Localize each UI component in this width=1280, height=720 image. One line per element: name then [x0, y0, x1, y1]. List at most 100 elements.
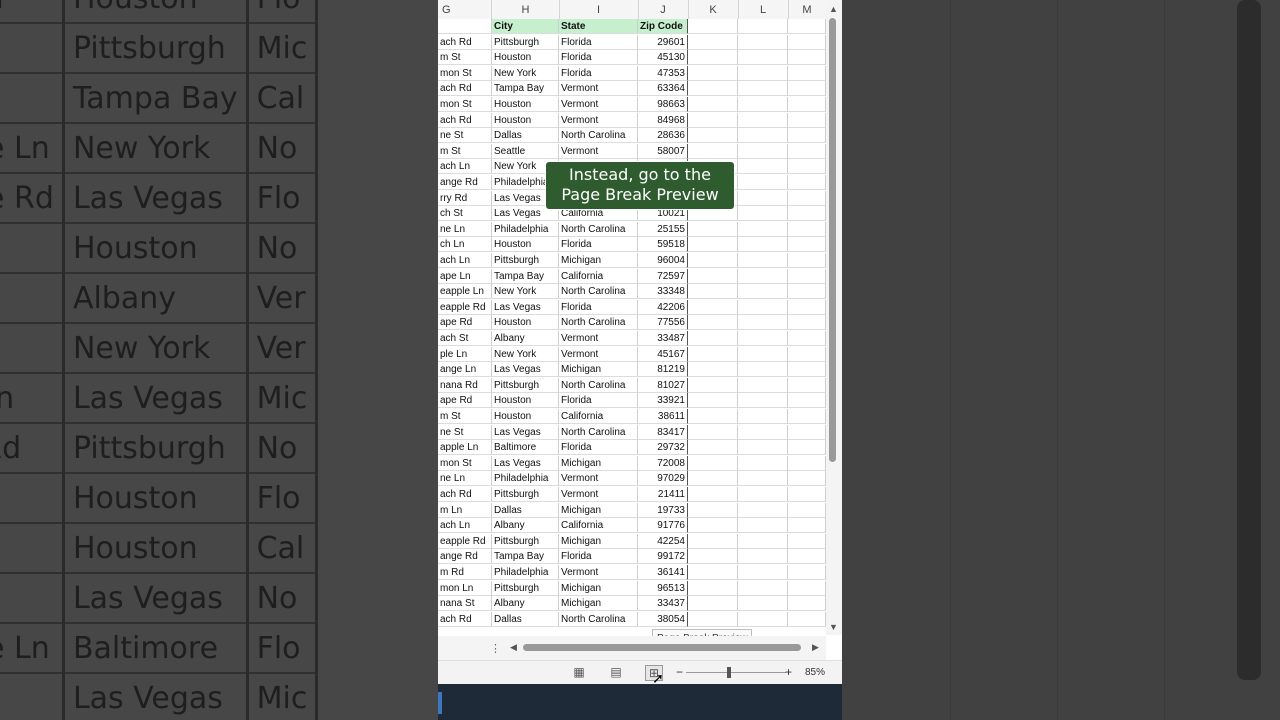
scroll-down-icon[interactable]: ▼ [829, 622, 838, 632]
cell[interactable] [688, 580, 738, 596]
cell[interactable]: ch St [438, 206, 492, 222]
cell[interactable] [788, 65, 826, 81]
cell[interactable]: 19733 [638, 502, 688, 518]
cell[interactable] [788, 268, 826, 284]
cell[interactable] [788, 611, 826, 627]
cell[interactable]: ach Rd [438, 34, 492, 50]
cell[interactable] [688, 565, 738, 580]
cell[interactable] [738, 128, 788, 144]
cell[interactable]: ne St [438, 424, 492, 440]
cell[interactable] [688, 268, 738, 284]
cell[interactable] [738, 65, 788, 81]
cell[interactable]: Houston [492, 315, 559, 331]
cell[interactable] [788, 175, 826, 190]
cell[interactable]: Las Vegas [492, 299, 559, 315]
vertical-scroll-thumb[interactable] [829, 18, 836, 462]
cell[interactable]: Philadelphia [492, 565, 559, 580]
cell[interactable] [688, 393, 738, 409]
cell[interactable] [688, 596, 738, 612]
cell[interactable] [688, 81, 738, 97]
cell[interactable] [688, 424, 738, 440]
cell[interactable]: m Ln [438, 502, 492, 518]
cell[interactable]: Philadelphia [492, 221, 559, 237]
cell[interactable] [738, 315, 788, 331]
cell[interactable]: Philadelphia [492, 471, 559, 487]
cell[interactable] [788, 565, 826, 580]
cell[interactable]: eapple Rd [438, 533, 492, 549]
cell[interactable] [688, 65, 738, 81]
column-header-m[interactable]: M [788, 0, 827, 19]
cell[interactable] [688, 34, 738, 50]
cell[interactable]: Pittsburgh [492, 533, 559, 549]
cell[interactable]: Florida [559, 50, 638, 66]
cell[interactable]: 33487 [638, 331, 688, 346]
cell[interactable] [788, 237, 826, 253]
cell[interactable]: Houston [492, 112, 559, 128]
cell[interactable]: eapple Rd [438, 299, 492, 315]
cell[interactable] [738, 440, 788, 456]
cell[interactable] [788, 331, 826, 346]
cell[interactable]: Las Vegas [492, 424, 559, 440]
cell[interactable]: Seattle [492, 143, 559, 159]
cell[interactable]: 96513 [638, 580, 688, 596]
cell[interactable]: eapple Ln [438, 284, 492, 300]
cell[interactable] [788, 284, 826, 300]
sheet-options-icon[interactable]: ⋮ [490, 642, 501, 655]
cell[interactable]: Dallas [492, 128, 559, 144]
cell[interactable]: m Rd [438, 565, 492, 580]
cell[interactable]: 45167 [638, 346, 688, 362]
cell[interactable]: 72597 [638, 268, 688, 284]
cell[interactable]: Florida [559, 34, 638, 50]
cell[interactable]: California [559, 409, 638, 424]
cell[interactable] [738, 112, 788, 128]
cell[interactable]: Vermont [559, 81, 638, 97]
scroll-up-icon[interactable]: ▲ [829, 4, 838, 14]
cell[interactable] [788, 362, 826, 378]
cell[interactable] [738, 424, 788, 440]
cell[interactable] [688, 533, 738, 549]
cell[interactable]: 91776 [638, 518, 688, 534]
cell[interactable]: North Carolina [559, 611, 638, 627]
cell[interactable] [788, 533, 826, 549]
cell[interactable]: Michigan [559, 253, 638, 268]
cell[interactable] [738, 175, 788, 190]
cell[interactable]: m St [438, 143, 492, 159]
cell[interactable] [788, 206, 826, 222]
cell[interactable] [688, 362, 738, 378]
cell[interactable] [788, 580, 826, 596]
cell[interactable]: ach Rd [438, 112, 492, 128]
cell[interactable] [688, 284, 738, 300]
header-cell-city[interactable]: City [492, 19, 559, 34]
cell[interactable]: Albany [492, 331, 559, 346]
cell[interactable]: ange Ln [438, 362, 492, 378]
cell[interactable] [788, 346, 826, 362]
cell[interactable] [688, 331, 738, 346]
cell[interactable]: New York [492, 65, 559, 81]
cell[interactable] [738, 81, 788, 97]
cell[interactable] [788, 596, 826, 612]
grid-icon[interactable]: ▦ [571, 665, 587, 679]
cell[interactable] [738, 346, 788, 362]
cell[interactable] [788, 81, 826, 97]
cell[interactable] [788, 424, 826, 440]
cell[interactable]: Florida [559, 65, 638, 81]
cell[interactable] [738, 284, 788, 300]
cell[interactable]: Dallas [492, 502, 559, 518]
cell[interactable]: mon St [438, 65, 492, 81]
cell[interactable]: ape Rd [438, 393, 492, 409]
cell[interactable]: North Carolina [559, 221, 638, 237]
cell[interactable]: ne Ln [438, 471, 492, 487]
cell[interactable]: ach Ln [438, 159, 492, 175]
cell[interactable]: nana Rd [438, 377, 492, 393]
cell[interactable]: Houston [492, 97, 559, 112]
cell[interactable]: ange Rd [438, 549, 492, 565]
cell[interactable] [788, 34, 826, 50]
cell[interactable] [788, 221, 826, 237]
cell[interactable]: Michigan [559, 362, 638, 378]
cell[interactable]: Florida [559, 237, 638, 253]
cell[interactable]: North Carolina [559, 315, 638, 331]
cell[interactable]: Pittsburgh [492, 377, 559, 393]
cell[interactable] [738, 393, 788, 409]
cell[interactable] [688, 409, 738, 424]
cell[interactable] [738, 409, 788, 424]
